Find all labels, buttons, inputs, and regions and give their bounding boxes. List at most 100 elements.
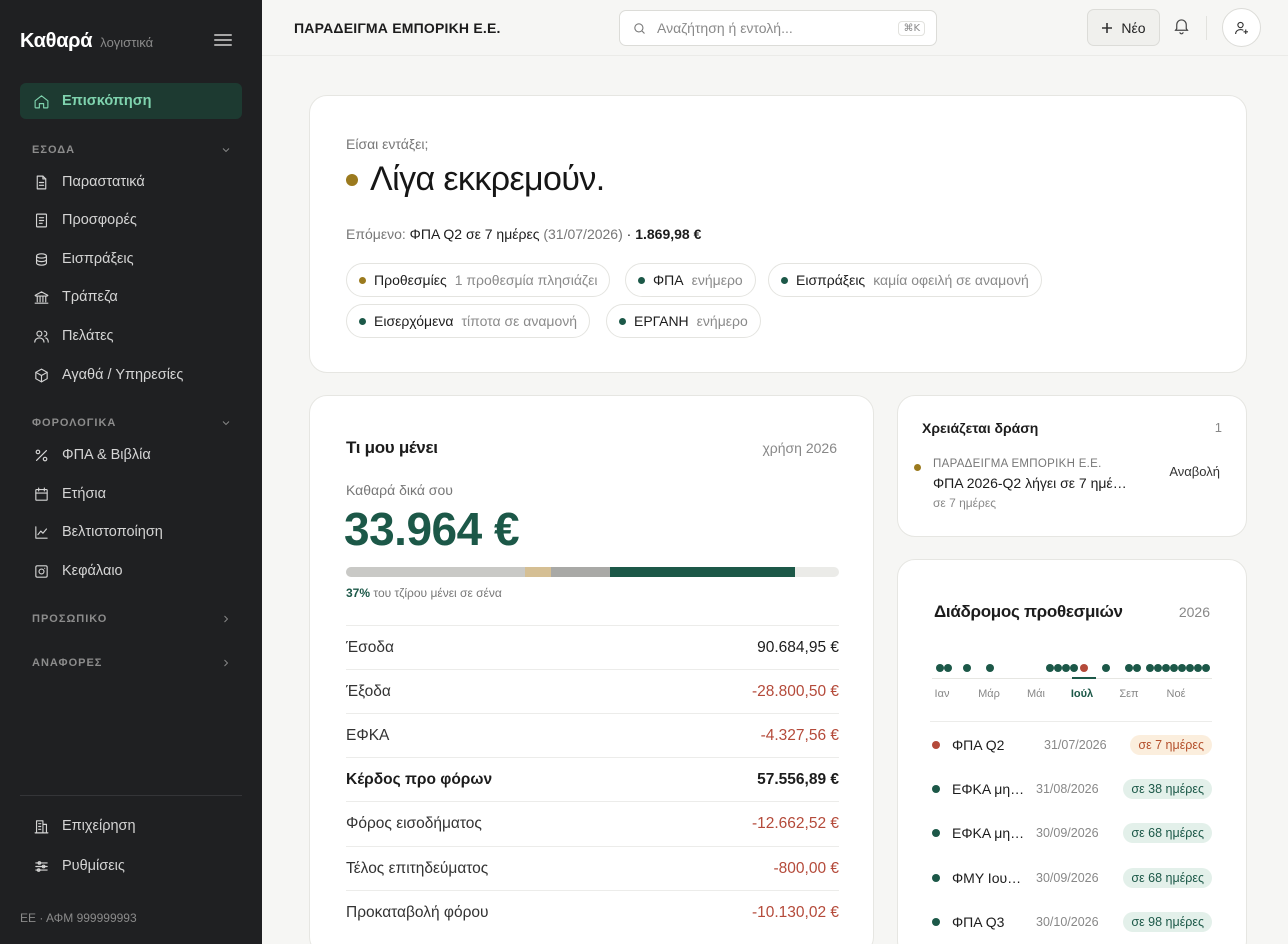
sidebar-item-label: Επισκόπηση [62, 93, 152, 109]
sidebar-item-annual[interactable]: Ετήσια [20, 476, 242, 512]
timeline-dot[interactable] [1178, 664, 1186, 672]
chip-vat[interactable]: ΦΠΑ ενήμερο [625, 263, 756, 297]
action-company: ΠΑΡΑΔΕΙΓΜΑ ΕΜΠΟΡΙΚΗ Ε.Ε. [933, 458, 1102, 470]
sidebar-item-documents[interactable]: Παραστατικά [20, 164, 242, 200]
keep-ratio: 37% του τζίρου μένει σε σένα [346, 586, 502, 600]
search-input[interactable] [657, 20, 887, 36]
brand[interactable]: Καθαρά λογιστικά [20, 30, 153, 53]
deadline-row[interactable]: ΦΜΥ Ιουλίου 30/09/2026 σε 68 ημέρες [932, 863, 1212, 893]
deadline-dot [932, 874, 940, 882]
row-value: 57.556,89 € [757, 770, 839, 788]
topbar: ΠΑΡΑΔΕΙΓΜΑ ΕΜΠΟΡΙΚΗ Ε.Ε. ⌘K Νέο [262, 0, 1288, 56]
timeline-dot[interactable] [963, 664, 971, 672]
income-split-bar [346, 567, 839, 577]
bar-segment-net [609, 567, 795, 577]
chip-incoming[interactable]: Εισερχόμενα τίποτα σε αναμονή [346, 304, 591, 338]
sidebar-item-label: Ρυθμίσεις [62, 858, 125, 874]
action-item[interactable]: ΠΑΡΑΔΕΙΓΜΑ ΕΜΠΟΡΙΚΗ Ε.Ε. ΦΠΑ 2026-Q2 λήγ… [914, 458, 1232, 518]
sidebar-item-settings[interactable]: Ρυθμίσεις [20, 848, 242, 884]
brand-subtitle: λογιστικά [100, 35, 154, 50]
postpone-button[interactable]: Αναβολή [1169, 464, 1220, 479]
row-value: -12.662,52 € [751, 814, 839, 832]
next-item: ΦΠΑ Q2 σε 7 ημέρες [409, 226, 540, 242]
calendar-icon [32, 485, 50, 503]
keep-note: του τζίρου μένει σε σένα [373, 586, 502, 600]
sidebar-item-label: Επιχείρηση [62, 818, 136, 834]
timeline-dot[interactable] [1154, 664, 1162, 672]
timeline-dot[interactable] [1054, 664, 1062, 672]
sidebar-item-label: Προσφορές [62, 212, 137, 228]
row-value: -28.800,50 € [751, 682, 839, 700]
action-text: ΦΠΑ 2026-Q2 λήγει σε 7 ημέρες [933, 475, 1133, 491]
row-value: -10.130,02 € [751, 903, 839, 921]
deadline-row[interactable]: ΦΠΑ Q2 31/07/2026 σε 7 ημέρες [932, 730, 1212, 760]
timeline-dot[interactable] [1062, 664, 1070, 672]
sidebar-item-receipts[interactable]: Εισπράξεις [20, 241, 242, 277]
chip-deadlines[interactable]: Προθεσμίες 1 προθεσμία πλησιάζει [346, 263, 611, 297]
section-tax[interactable]: ΦΟΡΟΛΟΓΙΚΑ [32, 417, 232, 429]
timeline-dot[interactable] [944, 664, 952, 672]
sidebar-item-goods[interactable]: Αγαθά / Υπηρεσίες [20, 357, 242, 393]
timeline-dot[interactable] [1125, 664, 1133, 672]
avatar[interactable] [1222, 8, 1261, 47]
timeline-dot[interactable] [1046, 664, 1054, 672]
deadline-dot [932, 918, 940, 926]
timeline-dot[interactable] [1146, 664, 1154, 672]
chip-receipts[interactable]: Εισπράξεις καμία οφειλή σε αναμονή [768, 263, 1042, 297]
sidebar-item-optimization[interactable]: Βελτιστοποίηση [20, 514, 242, 550]
sidebar-item-overview[interactable]: Επισκόπηση [20, 83, 242, 119]
deadline-name: ΦΜΥ Ιουλίου [952, 870, 1028, 886]
sidebar-item-capital[interactable]: Κεφάλαιο [20, 553, 242, 589]
sidebar-item-bank[interactable]: Τράπεζα [20, 279, 242, 315]
month-label: Μάι [1027, 688, 1045, 700]
deadline-strip[interactable] [932, 660, 1212, 684]
deadline-row[interactable]: ΕΦΚΑ μη μισθωτών 30/09/2026 σε 68 ημέρες [932, 818, 1212, 848]
timeline-dot[interactable] [986, 664, 994, 672]
month-label: Νοέ [1166, 688, 1186, 700]
menu-icon[interactable] [214, 34, 232, 48]
row-value: 90.684,95 € [757, 638, 839, 656]
next-date: (31/07/2026) [543, 226, 623, 242]
deadline-row[interactable]: ΕΦΚΑ μη μισθωτών 31/08/2026 σε 38 ημέρες [932, 774, 1212, 804]
month-label-current: Ιούλ [1070, 688, 1094, 700]
sidebar-item-label: Βελτιστοποίηση [62, 524, 163, 540]
sidebar-item-label: Πελάτες [62, 328, 114, 344]
section-label: ΦΟΡΟΛΟΓΙΚΑ [32, 417, 117, 429]
timeline-dot[interactable] [1186, 664, 1194, 672]
row-label: ΕΦΚΑ [346, 726, 390, 744]
sidebar-item-label: Τράπεζα [62, 289, 118, 305]
deadline-row[interactable]: ΦΠΑ Q3 30/10/2026 σε 98 ημέρες [932, 907, 1212, 937]
section-reports[interactable]: ΑΝΑΦΟΡΕΣ [32, 657, 232, 669]
deadline-dot [932, 741, 940, 749]
chip-status: τίποτα σε αναμονή [461, 313, 578, 329]
chip-dot [781, 276, 788, 284]
chip-ergani[interactable]: ΕΡΓΑΝΗ ενήμερο [606, 304, 761, 338]
section-income[interactable]: ΕΣΟΔΑ [32, 144, 232, 156]
timeline-dot[interactable] [1194, 664, 1202, 672]
timeline-dot[interactable] [1162, 664, 1170, 672]
table-row: Φόρος εισοδήματος -12.662,52 € [346, 801, 839, 845]
sidebar-item-offers[interactable]: Προσφορές [20, 202, 242, 238]
timeline-dot[interactable] [1102, 664, 1110, 672]
timeline-dot[interactable] [1070, 664, 1078, 672]
chevron-down-icon [222, 421, 230, 426]
timeline-dot-current[interactable] [1080, 664, 1088, 672]
timeline-dot[interactable] [1202, 664, 1210, 672]
timeline-dot[interactable] [1133, 664, 1141, 672]
chip-label: Προθεσμίες [374, 272, 447, 288]
sidebar-item-business[interactable]: Επιχείρηση [20, 808, 242, 844]
notifications-button[interactable] [1172, 16, 1194, 38]
sidebar: Καθαρά λογιστικά Επισκόπηση ΕΣΟΔΑ Παραστ… [0, 0, 262, 944]
search-box[interactable]: ⌘K [619, 10, 937, 46]
camera-icon [32, 562, 50, 580]
next-separator: · [626, 226, 632, 242]
new-button[interactable]: Νέο [1087, 9, 1160, 46]
status-question: Είσαι εντάξει; [346, 136, 429, 152]
timeline-dot[interactable] [936, 664, 944, 672]
sidebar-item-clients[interactable]: Πελάτες [20, 318, 242, 354]
chevron-right-icon [224, 615, 229, 623]
sidebar-item-vat[interactable]: ΦΠΑ & Βιβλία [20, 437, 242, 473]
section-personal[interactable]: ΠΡΟΣΩΠΙΚΟ [32, 613, 232, 625]
sidebar-item-label: Κεφάλαιο [62, 563, 123, 579]
timeline-dot[interactable] [1170, 664, 1178, 672]
